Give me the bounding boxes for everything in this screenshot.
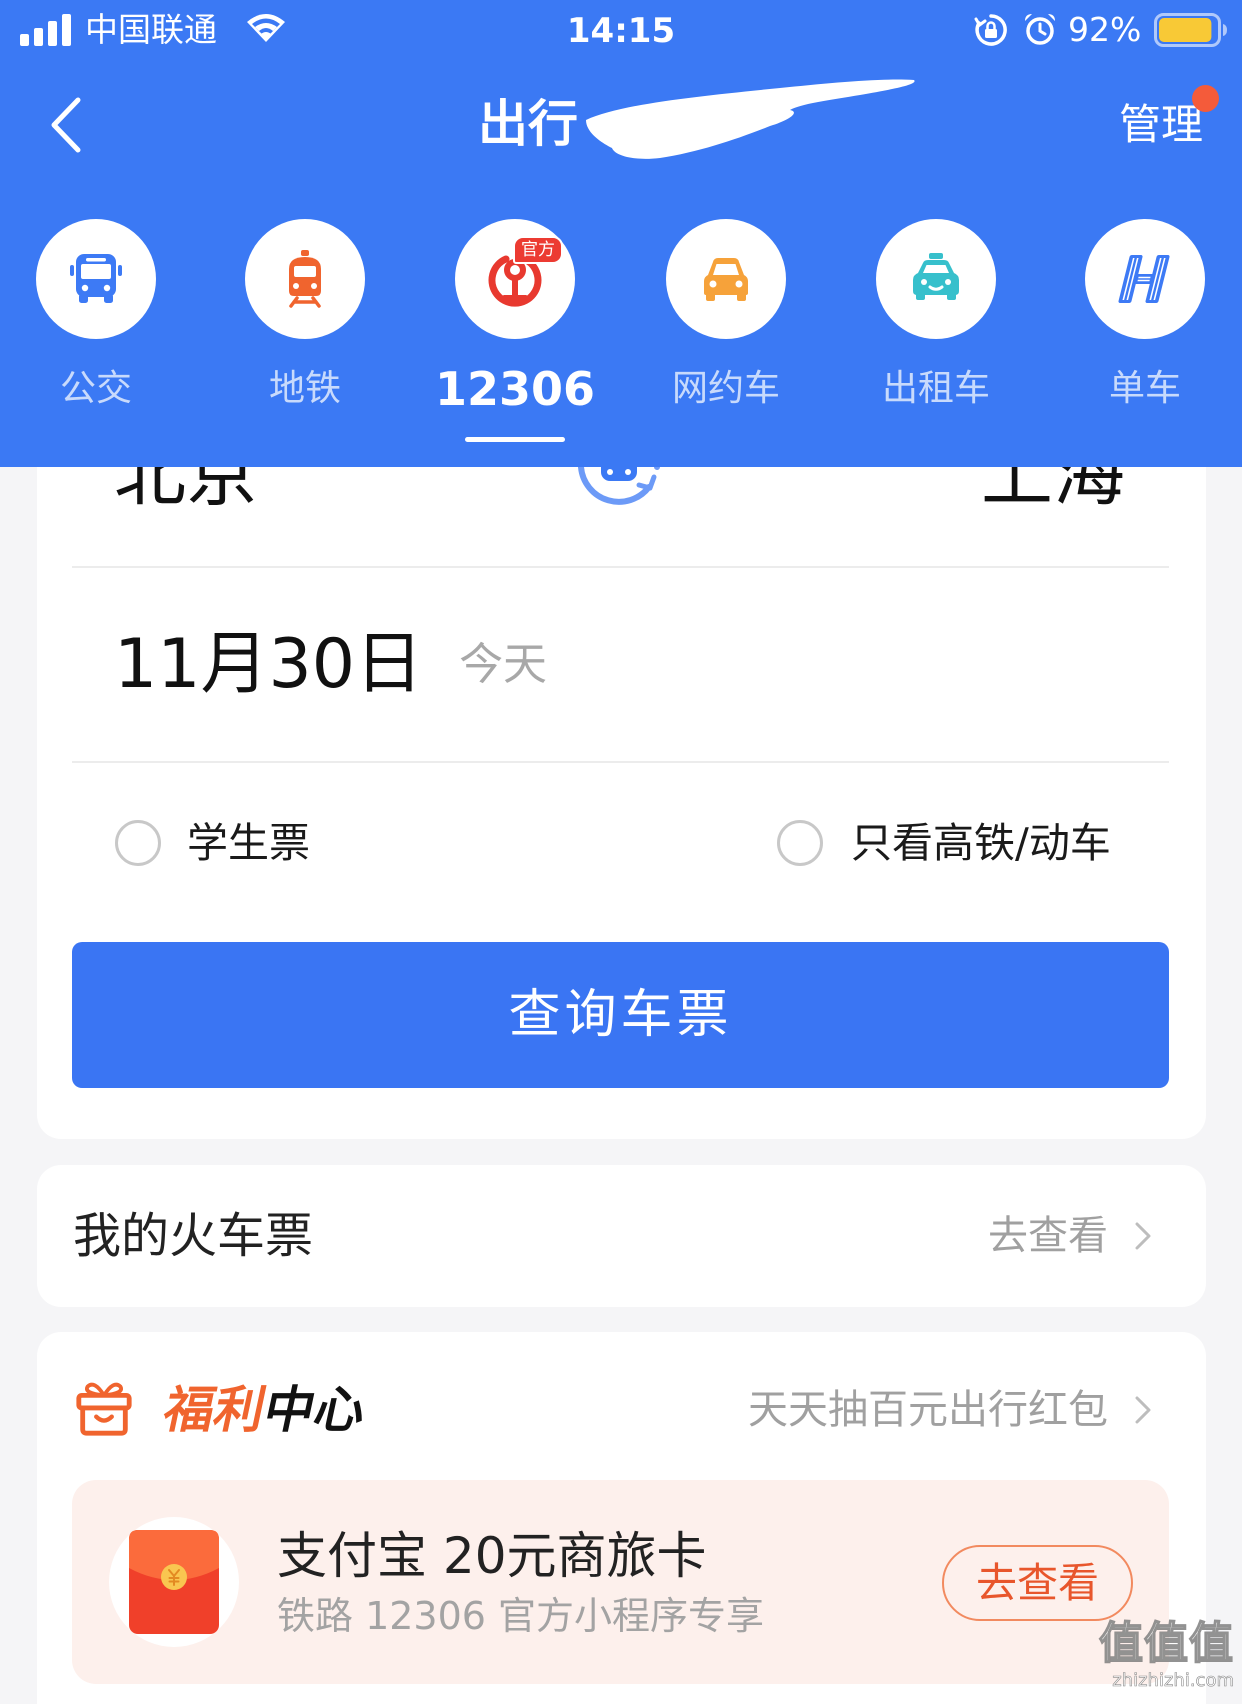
tab-icon-circle xyxy=(666,219,786,339)
tab-icon-circle xyxy=(876,219,996,339)
welfare-center-card: 福利中心 天天抽百元出行红包 支付宝 20元商旅卡 铁路 12306 官方小程序… xyxy=(37,1332,1206,1704)
date-hint: 今天 xyxy=(459,639,548,690)
tab-label: 单车 xyxy=(1108,368,1181,409)
chevron-right-icon xyxy=(1135,1396,1151,1424)
page-title: 出行 xyxy=(478,95,578,153)
train-search-card: 北京 上海 11月30日 今天 学生票 只看高铁/动车 查询车票 xyxy=(37,360,1206,1139)
watermark-logo: 值值值 xyxy=(1098,1617,1234,1670)
tab-label: 地铁 xyxy=(268,368,341,409)
high-speed-only-label[interactable]: 只看高铁/动车 xyxy=(851,818,1111,868)
tab-subway[interactable]: 地铁 xyxy=(215,219,395,447)
search-tickets-button[interactable]: 查询车票 xyxy=(72,942,1169,1088)
my-tickets-link[interactable]: 去查看 xyxy=(988,1212,1108,1260)
welfare-title-rest: 中心 xyxy=(258,1381,371,1439)
welfare-title-highlight: 福利 xyxy=(158,1381,271,1439)
high-speed-only-radio[interactable] xyxy=(777,820,823,866)
date-selector[interactable]: 11月30日 今天 xyxy=(114,625,547,705)
battery-percent: 92% xyxy=(1068,10,1142,49)
watermark-url: zhizhizhi.com xyxy=(1112,1670,1234,1692)
chevron-right-icon xyxy=(1135,1222,1151,1250)
welfare-center-title: 福利中心 xyxy=(158,1378,372,1442)
tab-icon-circle xyxy=(245,219,365,339)
my-tickets-title: 我的火车票 xyxy=(73,1208,314,1264)
promo-view-button[interactable]: 去查看 xyxy=(942,1545,1133,1621)
tab-12306[interactable]: 官方 12306 xyxy=(425,219,605,447)
divider xyxy=(72,761,1169,763)
app-header: 中国联通 14:15 92% 出行 管理 公交 地铁 官方 12306 网约车 … xyxy=(0,0,1242,467)
battery-icon xyxy=(1154,13,1227,47)
student-ticket-radio[interactable] xyxy=(115,820,161,866)
student-ticket-label[interactable]: 学生票 xyxy=(187,818,310,868)
tab-label: 公交 xyxy=(59,368,132,409)
hellobike-icon xyxy=(1118,255,1170,303)
bus-icon xyxy=(70,254,122,303)
tab-bus[interactable]: 公交 xyxy=(6,219,186,447)
manage-button[interactable]: 管理 xyxy=(1119,96,1203,154)
my-tickets-card[interactable]: 我的火车票 去查看 xyxy=(37,1165,1206,1307)
gift-icon xyxy=(76,1382,132,1436)
red-envelope-icon xyxy=(129,1530,219,1634)
notification-dot xyxy=(1192,85,1219,112)
tab-taxi[interactable]: 出租车 xyxy=(846,219,1026,447)
tab-label: 12306 xyxy=(434,362,596,416)
tab-bike[interactable]: 单车 xyxy=(1055,219,1235,447)
tab-label: 网约车 xyxy=(671,368,780,409)
car-icon xyxy=(704,258,748,301)
tab-icon-circle xyxy=(1085,219,1205,339)
tab-label: 出租车 xyxy=(881,368,990,409)
alarm-icon xyxy=(1025,14,1055,45)
official-badge: 官方 xyxy=(513,236,563,264)
promo-title: 支付宝 20元商旅卡 xyxy=(277,1527,707,1585)
divider xyxy=(72,566,1169,568)
battery-fill xyxy=(1159,18,1212,42)
promo-icon-circle xyxy=(109,1517,239,1647)
watermark: 值值值 zhizhizhi.com xyxy=(1084,1617,1234,1692)
subway-icon xyxy=(289,250,321,308)
tab-active-indicator xyxy=(465,437,565,442)
back-button[interactable] xyxy=(46,94,86,156)
orientation-lock-icon xyxy=(974,14,1007,46)
departure-date: 11月30日 xyxy=(114,625,424,704)
tab-ride-hailing[interactable]: 网约车 xyxy=(636,219,816,447)
promo-banner[interactable]: 支付宝 20元商旅卡 铁路 12306 官方小程序专享 去查看 xyxy=(72,1480,1169,1684)
promo-subtitle: 铁路 12306 官方小程序专享 xyxy=(277,1594,765,1638)
welfare-link[interactable]: 天天抽百元出行红包 xyxy=(748,1386,1108,1434)
tab-icon-circle xyxy=(36,219,156,339)
taxi-icon xyxy=(913,253,959,300)
tab-icon-circle: 官方 xyxy=(455,219,575,339)
